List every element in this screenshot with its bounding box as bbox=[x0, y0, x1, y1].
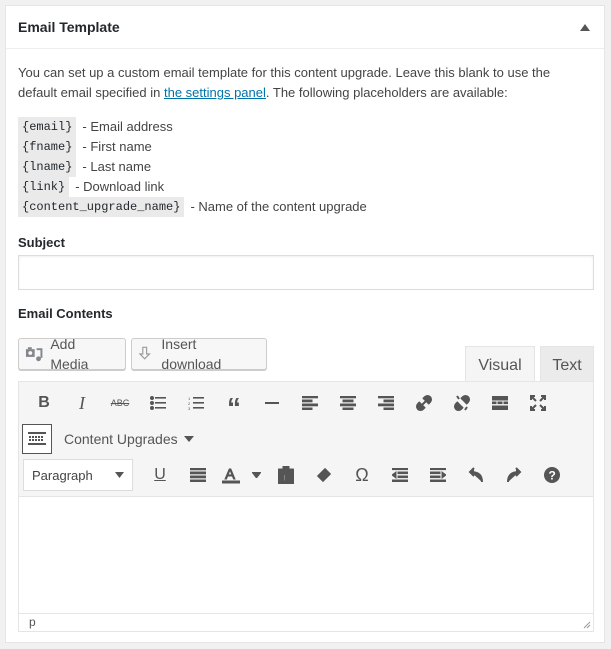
placeholder-row: {lname} - Last name bbox=[18, 157, 592, 177]
add-media-label: Add Media bbox=[50, 336, 89, 372]
placeholder-code: {content_upgrade_name} bbox=[18, 197, 185, 217]
panel-body: You can set up a custom email template f… bbox=[6, 49, 604, 384]
unlink-icon[interactable] bbox=[443, 388, 481, 418]
text-color-icon[interactable]: A bbox=[217, 460, 245, 490]
underline-icon[interactable]: U bbox=[141, 460, 179, 490]
placeholder-desc: - Last name bbox=[82, 159, 152, 174]
editor-content-area[interactable] bbox=[19, 499, 593, 614]
format-select-value: Paragraph bbox=[32, 467, 93, 483]
numbered-list-icon[interactable]: 123 bbox=[177, 388, 215, 418]
intro-text-end: . The following placeholders are availab… bbox=[265, 85, 508, 100]
svg-text:T: T bbox=[282, 473, 288, 483]
toolbar-row-2: Content Upgrades bbox=[19, 421, 593, 457]
insert-download-label: Insert download bbox=[161, 336, 222, 372]
italic-icon[interactable]: I bbox=[63, 388, 101, 418]
placeholder-code: {email} bbox=[18, 117, 77, 137]
svg-text:?: ? bbox=[549, 469, 556, 483]
placeholder-desc: - First name bbox=[82, 139, 152, 154]
placeholder-code: {fname} bbox=[18, 137, 77, 157]
clear-formatting-icon[interactable] bbox=[305, 460, 343, 490]
email-contents-label: Email Contents bbox=[18, 306, 113, 321]
toolbar-row-3: Paragraph U A T Ω ? bbox=[19, 457, 593, 493]
read-more-icon[interactable] bbox=[481, 388, 519, 418]
horizontal-line-icon[interactable] bbox=[253, 388, 291, 418]
blockquote-icon[interactable]: “ bbox=[215, 388, 253, 422]
placeholder-row: {content_upgrade_name} - Name of the cont… bbox=[18, 197, 592, 217]
subject-label: Subject bbox=[18, 235, 65, 250]
tab-text[interactable]: Text bbox=[540, 346, 594, 384]
fullscreen-icon[interactable] bbox=[519, 388, 557, 418]
toolbar-row-1: B I ABC 123 “ bbox=[19, 385, 593, 422]
justify-icon[interactable] bbox=[179, 460, 217, 490]
svg-text:A: A bbox=[225, 466, 235, 483]
align-center-icon[interactable] bbox=[329, 388, 367, 418]
paste-text-icon[interactable]: T bbox=[267, 460, 305, 490]
email-template-panel: Email Template You can set up a custom e… bbox=[5, 5, 605, 643]
content-upgrades-label: Content Upgrades bbox=[64, 431, 178, 447]
placeholder-desc: - Name of the content upgrade bbox=[190, 199, 367, 214]
placeholder-code: {lname} bbox=[18, 157, 77, 177]
svg-text:3: 3 bbox=[188, 406, 191, 410]
editor-toolbar: B I ABC 123 “ Content Upgrades Paragraph… bbox=[19, 382, 593, 497]
chevron-down-icon bbox=[183, 436, 194, 442]
download-icon bbox=[138, 346, 151, 360]
redo-icon[interactable] bbox=[495, 460, 533, 490]
placeholder-desc: - Download link bbox=[75, 179, 165, 194]
rich-text-editor: B I ABC 123 “ Content Upgrades Paragraph… bbox=[18, 381, 594, 632]
placeholder-row: {link} - Download link bbox=[18, 177, 592, 197]
intro-text: You can set up a custom email template f… bbox=[18, 63, 592, 103]
add-media-button[interactable]: Add Media bbox=[18, 336, 126, 372]
resize-grip-icon[interactable] bbox=[583, 621, 591, 629]
element-path[interactable]: p bbox=[29, 615, 36, 629]
link-icon[interactable] bbox=[405, 388, 443, 418]
panel-title: Email Template bbox=[18, 19, 120, 35]
text-color-dropdown-icon[interactable] bbox=[245, 460, 267, 490]
toolbar-toggle-icon[interactable] bbox=[22, 424, 52, 454]
format-select[interactable]: Paragraph bbox=[23, 459, 133, 491]
placeholder-row: {email} - Email address bbox=[18, 117, 592, 137]
panel-header: Email Template bbox=[6, 6, 604, 49]
bullet-list-icon[interactable] bbox=[139, 388, 177, 418]
help-icon[interactable]: ? bbox=[533, 460, 571, 490]
outdent-icon[interactable] bbox=[381, 460, 419, 490]
strikethrough-icon[interactable]: ABC bbox=[101, 388, 139, 418]
placeholder-code: {link} bbox=[18, 177, 70, 197]
align-left-icon[interactable] bbox=[291, 388, 329, 418]
align-right-icon[interactable] bbox=[367, 388, 405, 418]
indent-icon[interactable] bbox=[419, 460, 457, 490]
add-media-icon bbox=[25, 347, 43, 362]
placeholder-desc: - Email address bbox=[82, 119, 173, 134]
editor-statusbar: p bbox=[19, 613, 593, 631]
content-upgrades-dropdown[interactable]: Content Upgrades bbox=[64, 431, 194, 447]
subject-input[interactable] bbox=[18, 255, 594, 290]
chevron-down-icon bbox=[115, 472, 124, 478]
placeholder-row: {fname} - First name bbox=[18, 137, 592, 157]
collapse-toggle-icon[interactable] bbox=[578, 20, 592, 34]
bold-icon[interactable]: B bbox=[25, 388, 63, 418]
settings-panel-link[interactable]: the settings panel bbox=[164, 85, 266, 100]
placeholder-list: {email} - Email address {fname} - First na… bbox=[18, 117, 592, 217]
special-character-icon[interactable]: Ω bbox=[343, 460, 381, 490]
undo-icon[interactable] bbox=[457, 460, 495, 490]
insert-download-button[interactable]: Insert download bbox=[131, 336, 267, 372]
tab-visual[interactable]: Visual bbox=[465, 346, 535, 384]
editor-media-row: Add Media Insert download Visual Text bbox=[18, 336, 594, 384]
